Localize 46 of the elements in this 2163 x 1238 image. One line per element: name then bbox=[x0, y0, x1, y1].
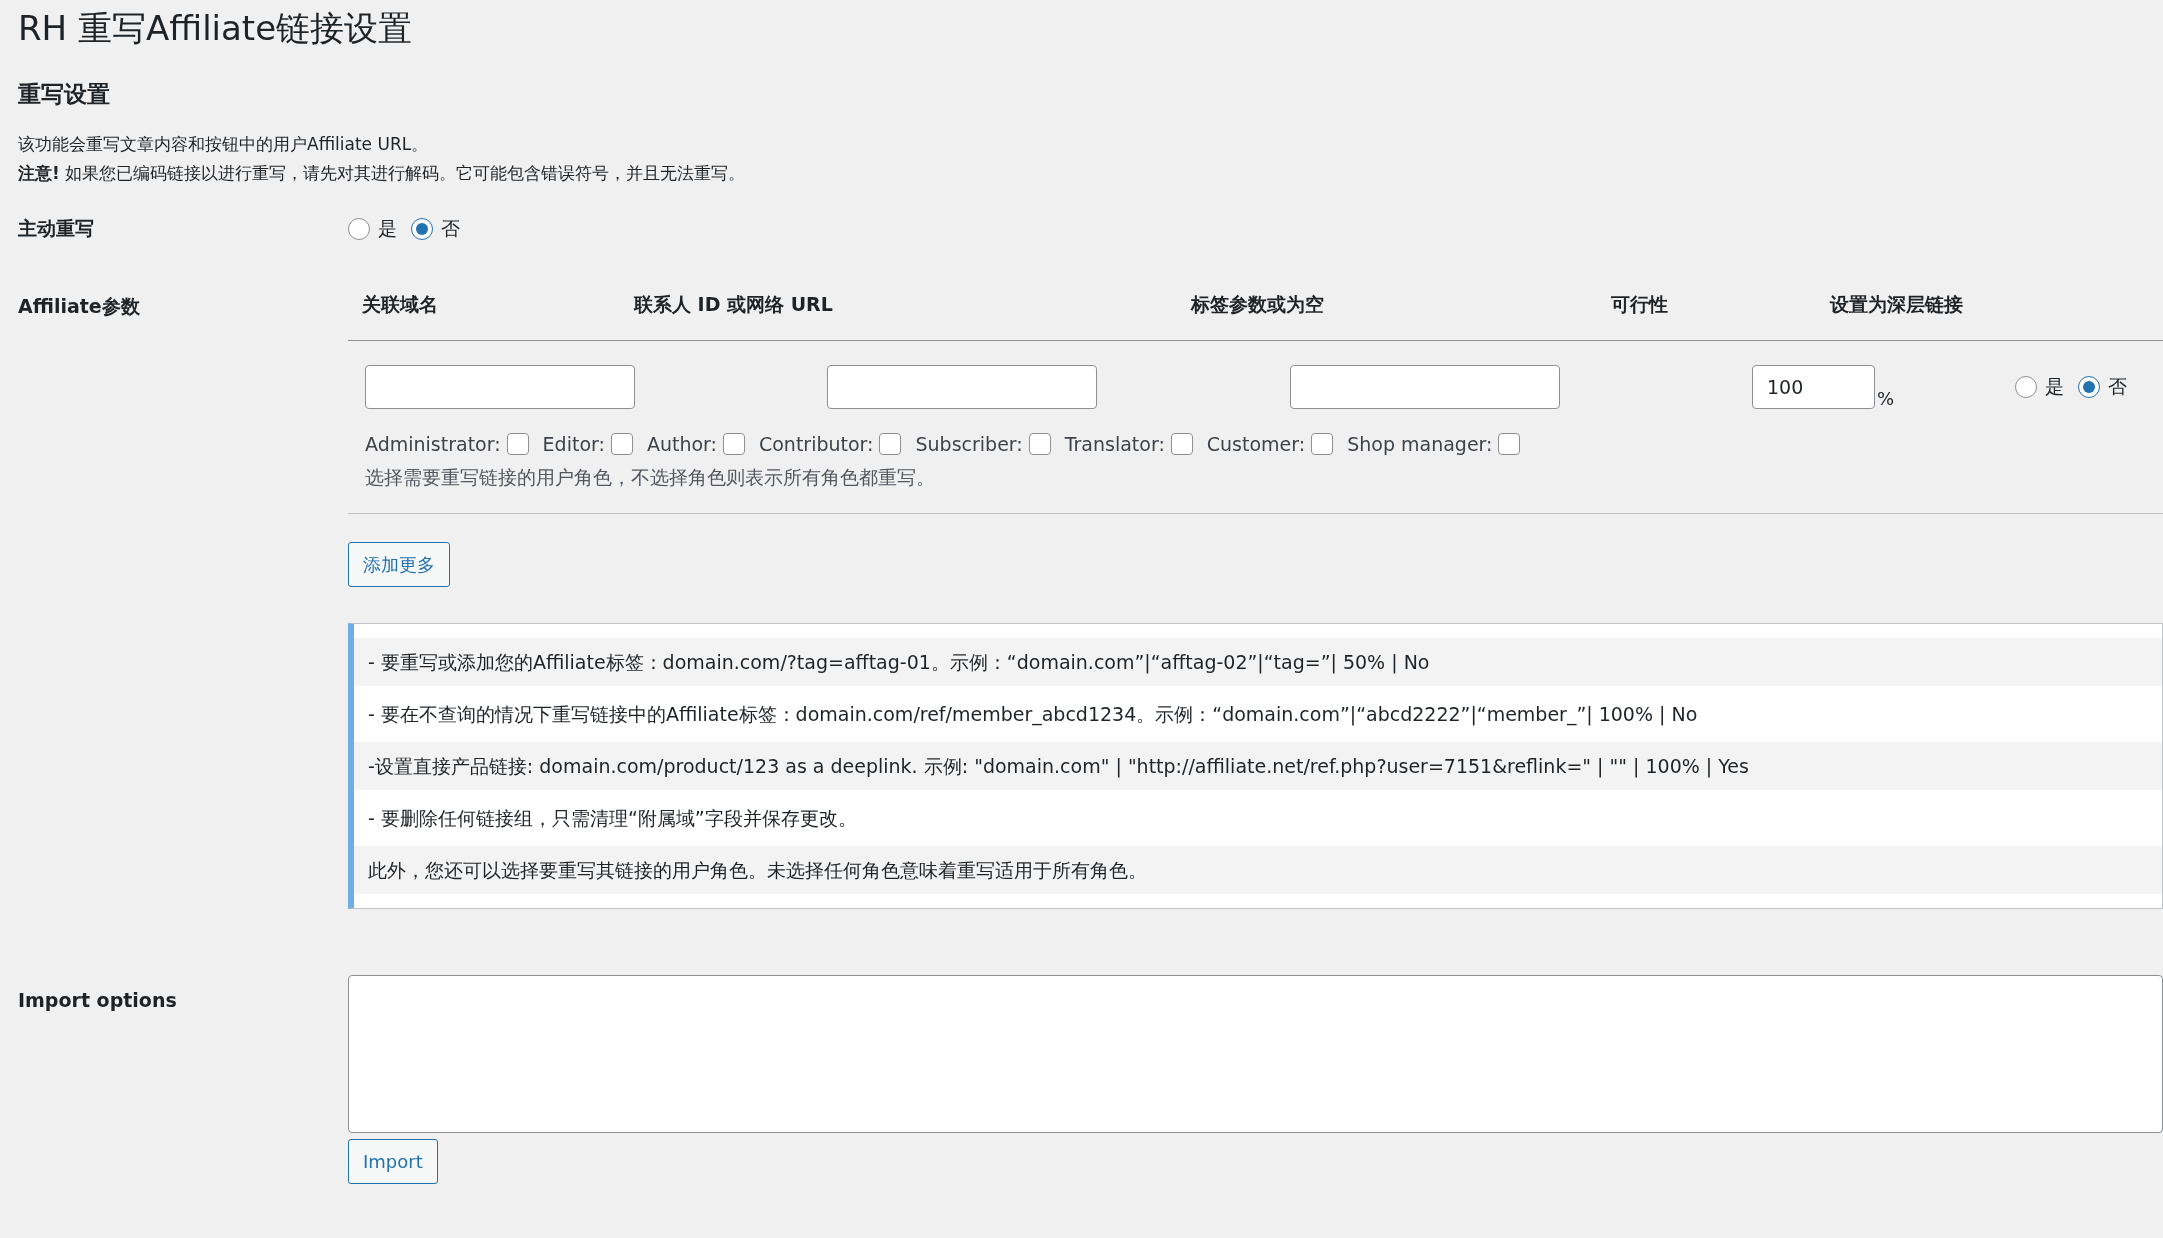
field-label: Import options bbox=[18, 988, 178, 1011]
role-label: Contributor: bbox=[758, 433, 874, 455]
checkbox[interactable] bbox=[610, 433, 633, 455]
column-header: 联系人 ID 或网络 URL bbox=[634, 292, 833, 317]
radio-button[interactable] bbox=[2015, 376, 2037, 398]
radio-button[interactable] bbox=[348, 218, 370, 240]
radio-label: 是 bbox=[2045, 374, 2064, 399]
import-button[interactable]: Import bbox=[348, 1139, 438, 1184]
tag-input-field[interactable] bbox=[1290, 365, 1560, 409]
feasibility-input-field[interactable]: 100 bbox=[1752, 365, 1875, 409]
radio-button[interactable] bbox=[411, 218, 433, 240]
section-title: 重写设置 bbox=[18, 80, 110, 109]
id-url-input-field[interactable] bbox=[827, 365, 1097, 409]
column-header: 设置为深层链接 bbox=[1830, 292, 1963, 317]
role-label: Shop manager: bbox=[1347, 433, 1493, 455]
page-title: RH 重写Affiliate链接设置 bbox=[18, 7, 413, 50]
roles-hint-text: 选择需要重写链接的用户角色，不选择角色则表示所有角色都重写。 bbox=[365, 465, 935, 490]
checkbox[interactable] bbox=[1498, 433, 1521, 455]
column-header: 关联域名 bbox=[362, 292, 438, 317]
role-label: Translator: bbox=[1064, 433, 1165, 455]
role-label: Administrator: bbox=[365, 433, 501, 455]
role-label: Customer: bbox=[1206, 433, 1306, 455]
domain-input-field[interactable] bbox=[365, 365, 635, 409]
notice-text: 注意! 如果您已编码链接以进行重写，请先对其进行解码。它可能包含错误符号，并且无法重写。 bbox=[18, 162, 746, 185]
role-label: Author: bbox=[646, 433, 717, 455]
radio-label: 是 bbox=[378, 216, 397, 241]
checkbox[interactable] bbox=[1028, 433, 1051, 455]
role-label: Subscriber: bbox=[915, 433, 1023, 455]
description-text: 该功能会重写文章内容和按钮中的用户Affiliate URL。 bbox=[18, 133, 429, 156]
radio-label: 否 bbox=[441, 216, 460, 241]
column-header: 可行性 bbox=[1611, 292, 1668, 317]
checkbox[interactable] bbox=[879, 433, 902, 455]
info-line: - 要删除任何链接组，只需清理“附属域”字段并保存更改。 bbox=[367, 806, 858, 831]
add-more-button[interactable]: 添加更多 bbox=[348, 542, 450, 587]
percent-sign: % bbox=[1877, 388, 1895, 409]
field-label: 主动重写 bbox=[18, 216, 95, 241]
column-header: 标签参数或为空 bbox=[1191, 292, 1324, 317]
radio-button[interactable] bbox=[2078, 376, 2100, 398]
checkbox[interactable] bbox=[1170, 433, 1193, 455]
checkbox[interactable] bbox=[506, 433, 529, 455]
checkbox[interactable] bbox=[722, 433, 745, 455]
role-label: Editor: bbox=[542, 433, 605, 455]
info-line: - 要在不查询的情况下重写链接中的Affiliate标签：domain.com/ref/member_abcd1234。示例：“domain.com”|“abcd2222”|“member_”| 100% | No bbox=[367, 702, 1699, 728]
radio-label: 否 bbox=[2108, 374, 2127, 399]
checkbox[interactable] bbox=[1311, 433, 1334, 455]
field-label: Affiliate参数 bbox=[18, 294, 141, 319]
